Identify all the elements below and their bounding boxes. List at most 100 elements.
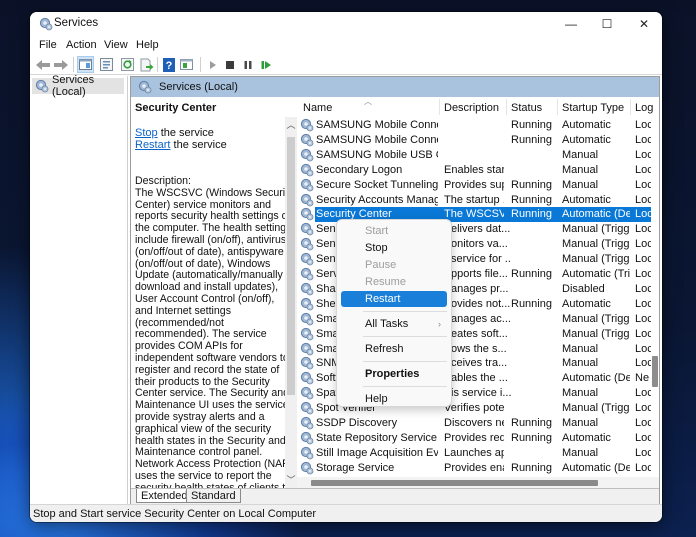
close-button[interactable]: ✕ xyxy=(626,12,662,36)
service-status: Running xyxy=(511,178,552,191)
tree-item-services-local[interactable]: Services (Local) xyxy=(32,74,124,98)
service-gear-icon xyxy=(300,163,314,177)
menu-item-label: Refresh xyxy=(365,343,404,355)
list-horizontal-scroll-thumb[interactable] xyxy=(311,480,598,486)
menu-help[interactable]: Help xyxy=(136,39,159,51)
services-header-band: Services (Local) xyxy=(131,77,659,97)
maximize-button[interactable]: ☐ xyxy=(589,12,625,36)
column-divider[interactable] xyxy=(506,99,507,115)
menu-action[interactable]: Action xyxy=(66,39,97,51)
start-service-button[interactable] xyxy=(204,56,221,73)
column-header-description[interactable]: Description xyxy=(444,102,499,114)
description-line: uses the service to report the xyxy=(135,469,272,482)
forward-button[interactable] xyxy=(52,56,69,73)
context-menu-all-tasks[interactable]: All Tasks › xyxy=(341,316,447,332)
show-hide-console-tree-button[interactable] xyxy=(77,56,94,73)
service-startup-type: Manual xyxy=(562,163,599,176)
minimize-icon: — xyxy=(565,17,577,31)
description-scroll-thumb[interactable] xyxy=(287,137,295,395)
stop-line: Stop the service xyxy=(135,127,214,139)
service-startup-type: Manual (Trigg... xyxy=(562,223,630,236)
service-status: Running xyxy=(511,417,552,429)
stop-service-link[interactable]: Stop xyxy=(135,127,158,139)
service-description: Launches ap... xyxy=(444,446,504,459)
context-menu-help[interactable]: Help xyxy=(341,391,447,407)
export-list-button[interactable] xyxy=(138,56,155,73)
menu-separator xyxy=(363,336,447,337)
service-startup-type: Automatic xyxy=(562,119,611,131)
service-gear-icon xyxy=(300,267,314,281)
properties-button[interactable] xyxy=(98,56,115,73)
pause-service-button[interactable] xyxy=(239,56,256,73)
list-vertical-scrollbar[interactable] xyxy=(651,117,659,480)
minimize-button[interactable]: — xyxy=(553,12,589,36)
context-menu-stop[interactable]: Stop xyxy=(341,240,447,256)
menu-item-label: Restart xyxy=(365,293,401,305)
tab-standard[interactable]: Standard xyxy=(186,489,241,503)
service-description: Discovers ne... xyxy=(444,417,504,429)
service-description: Verifies pote... xyxy=(444,402,504,415)
scroll-up-icon[interactable]: ︿ xyxy=(285,119,297,131)
menu-view[interactable]: View xyxy=(104,39,128,51)
stop-service-button[interactable] xyxy=(221,56,238,73)
service-startup-type: Automatic xyxy=(562,133,611,146)
column-header-log-on-as[interactable]: Log xyxy=(635,102,653,114)
service-row[interactable]: State Repository Service Provides req... R… xyxy=(297,431,653,446)
service-row[interactable]: Security Accounts Manager The startup ...… xyxy=(297,193,653,208)
service-gear-icon xyxy=(300,178,314,192)
service-row[interactable]: SAMSUNG Mobile Connecti... Running Automat… xyxy=(297,133,653,148)
service-gear-icon xyxy=(300,416,314,430)
service-row[interactable]: Secure Socket Tunneling Pro... Provides s… xyxy=(297,178,653,193)
service-status: Running xyxy=(511,297,552,310)
description-line: The WSCSVC (Windows Security xyxy=(135,186,294,199)
back-button[interactable] xyxy=(34,56,51,73)
service-gear-icon xyxy=(300,371,314,385)
scroll-down-icon[interactable]: ﹀ xyxy=(285,474,297,486)
context-menu-start[interactable]: Start xyxy=(341,223,447,239)
restart-service-button[interactable] xyxy=(258,56,275,73)
service-description: service for ... xyxy=(451,253,511,266)
menu-file[interactable]: File xyxy=(39,39,57,51)
column-divider[interactable] xyxy=(630,99,631,115)
list-vertical-scroll-thumb[interactable] xyxy=(652,356,658,387)
service-name: SSDP Discovery xyxy=(316,417,398,429)
context-menu-refresh[interactable]: Refresh xyxy=(341,341,447,357)
column-header-name[interactable]: Name xyxy=(303,102,332,114)
help-button[interactable]: ? xyxy=(160,56,177,73)
status-text: Stop and Start service Security Center o… xyxy=(33,508,317,520)
column-header-status[interactable]: Status xyxy=(511,102,542,114)
service-gear-icon xyxy=(300,327,314,341)
service-name: State Repository Service xyxy=(316,431,438,444)
context-menu-resume[interactable]: Resume xyxy=(341,274,447,290)
description-line: and Internet settings xyxy=(135,304,231,317)
service-row[interactable]: SSDP Discovery Discovers ne... Running Manu… xyxy=(297,416,653,431)
service-row[interactable]: SAMSUNG Mobile USB Con...ManualLoc xyxy=(297,148,653,163)
services-icon xyxy=(138,80,152,94)
column-divider[interactable] xyxy=(439,99,440,115)
context-menu-properties[interactable]: Properties xyxy=(341,366,447,382)
service-row[interactable]: Still Image Acquisition Events Launches a… xyxy=(297,446,653,461)
description-scrollbar[interactable]: ︿ ﹀ xyxy=(285,117,297,488)
menu-item-label: All Tasks xyxy=(365,318,409,330)
column-header-startup-type[interactable]: Startup Type xyxy=(562,102,624,114)
refresh-button[interactable] xyxy=(119,56,136,73)
service-description: Description: The WSCSVC (Windows Security… xyxy=(135,175,297,488)
show-hide-action-pane-button[interactable] xyxy=(178,56,195,73)
list-horizontal-scrollbar[interactable] xyxy=(297,477,659,488)
service-description: The WSCSVC... xyxy=(444,208,504,221)
service-startup-type: Automatic xyxy=(562,193,611,206)
service-status: Running xyxy=(511,133,552,146)
restart-service-link[interactable]: Restart xyxy=(135,139,170,151)
column-divider[interactable] xyxy=(557,99,558,115)
tab-extended[interactable]: Extended xyxy=(136,489,193,503)
service-row[interactable]: SAMSUNG Mobile Connecti... Running Automat… xyxy=(297,118,653,133)
service-row[interactable]: Secondary LogonEnables start...ManualLoc xyxy=(297,163,653,178)
service-gear-icon xyxy=(300,461,314,475)
service-gear-icon xyxy=(300,342,314,356)
context-menu-restart[interactable]: Restart xyxy=(341,291,447,307)
service-description: Provides sup... xyxy=(444,178,504,191)
description-line: register and record the state of xyxy=(135,363,280,376)
service-name: SAMSUNG Mobile Connecti... xyxy=(316,133,438,146)
context-menu-pause[interactable]: Pause xyxy=(341,257,447,273)
service-row[interactable]: Storage Service Provides ena... Running Aut… xyxy=(297,461,653,476)
